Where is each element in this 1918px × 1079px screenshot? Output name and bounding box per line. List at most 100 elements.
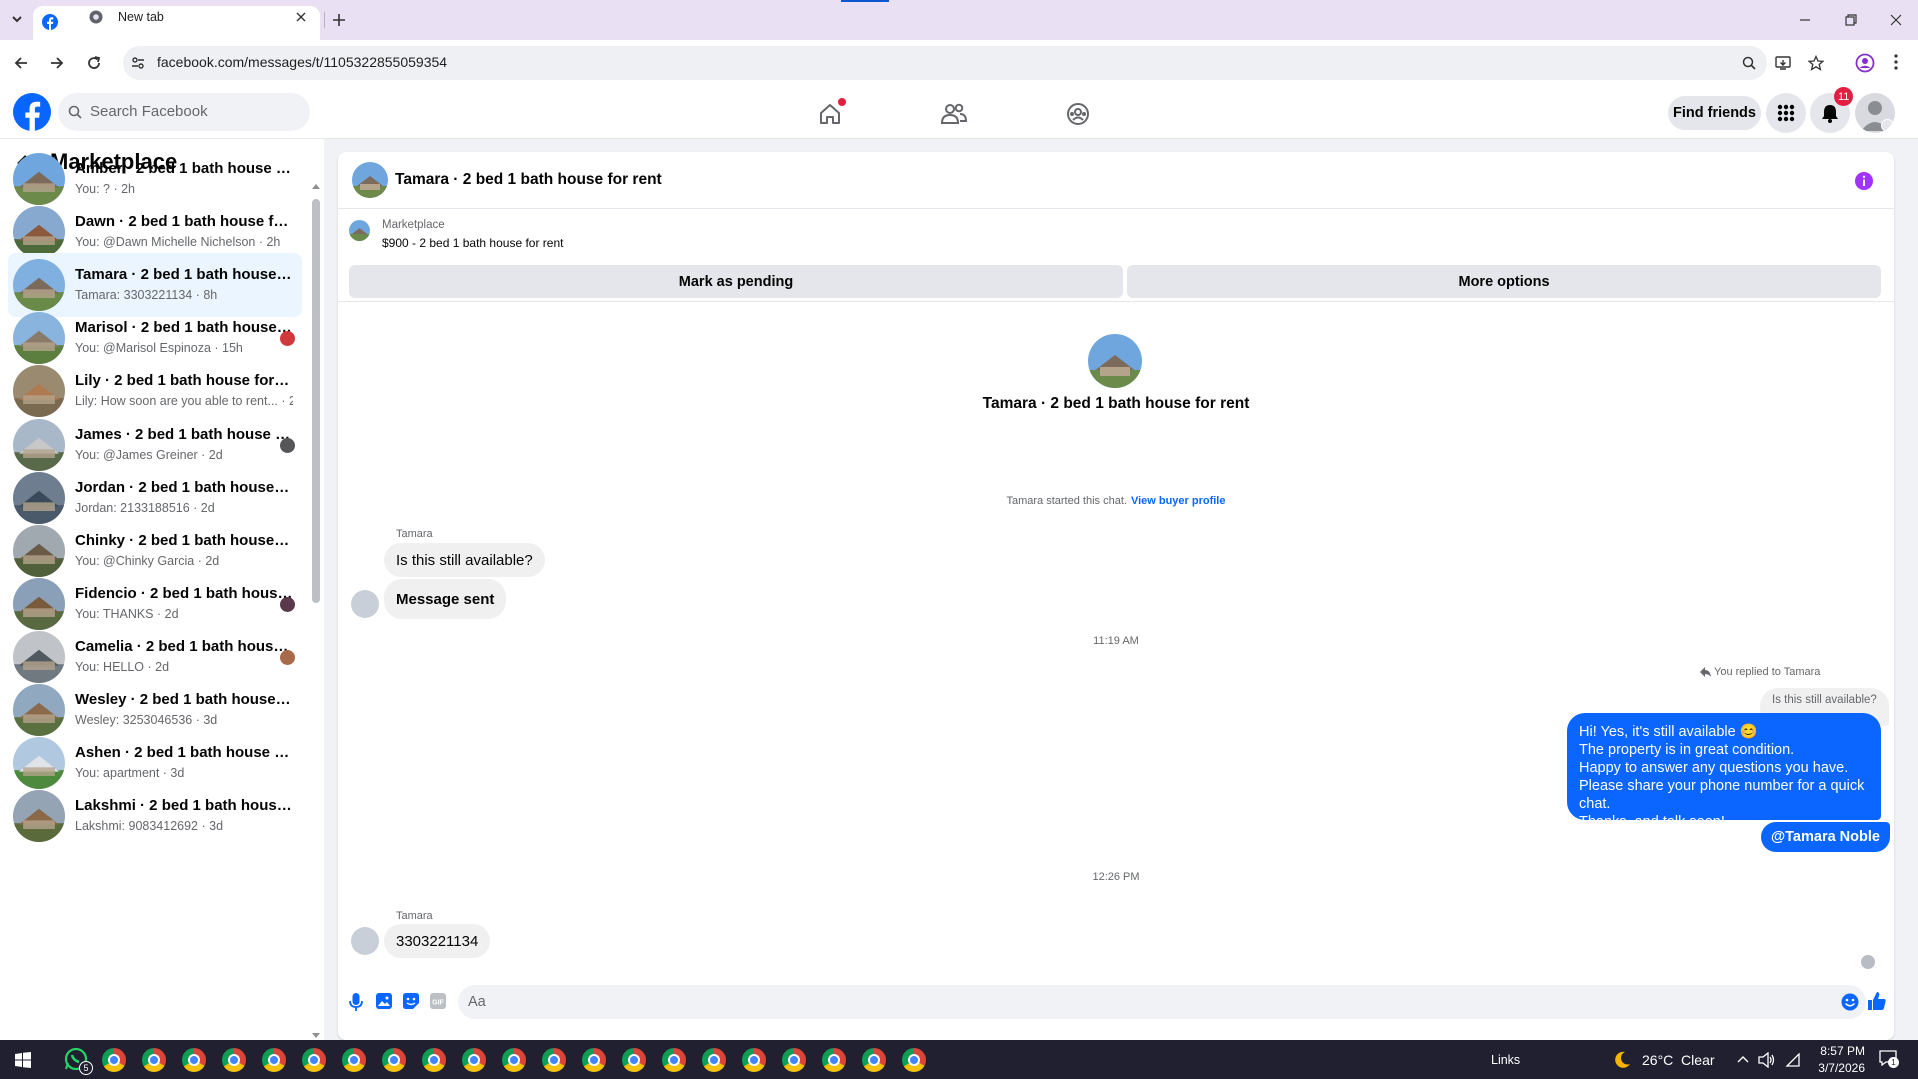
notification-center[interactable]: 1: [1879, 1050, 1901, 1070]
chrome-center-icon: [668, 1054, 680, 1066]
back-arrow-icon[interactable]: [13, 55, 29, 71]
scrollbar[interactable]: [312, 183, 320, 1039]
listing-price-title[interactable]: $900 - 2 bed 1 bath house for rent: [382, 236, 563, 250]
reload-icon[interactable]: [86, 55, 102, 71]
chrome-center-icon: [108, 1054, 120, 1066]
conversation-title: Amber · 2 bed 1 bath house for rent: [75, 160, 293, 177]
view-buyer-profile-link[interactable]: View buyer profile: [1131, 495, 1226, 507]
find-friends-button[interactable]: Find friends: [1668, 96, 1761, 130]
search-facebook-field[interactable]: Search Facebook: [58, 93, 310, 131]
nav-friends[interactable]: [934, 94, 974, 132]
weather-text[interactable]: 26°C Clear: [1642, 1052, 1715, 1068]
sender-avatar[interactable]: [351, 590, 379, 618]
participant-mini-avatar: [280, 596, 295, 612]
chrome-taskbar-icon[interactable]: [902, 1048, 926, 1072]
clock-date[interactable]: 3/7/2026: [1813, 1061, 1865, 1075]
restore-icon[interactable]: [1845, 14, 1857, 26]
bookmark-star-icon[interactable]: [1808, 55, 1824, 71]
thumbs-up-icon[interactable]: [1867, 991, 1887, 1011]
profile-icon[interactable]: [1855, 53, 1875, 73]
kebab-menu-icon[interactable]: [1894, 54, 1898, 70]
chrome-taskbar-icon[interactable]: [342, 1048, 366, 1072]
notifications-button[interactable]: 11: [1810, 87, 1854, 133]
chat-header-avatar[interactable]: [352, 162, 388, 198]
chrome-taskbar-icon[interactable]: [822, 1048, 846, 1072]
conversation-snippet: You: apartment · 3d: [75, 766, 185, 781]
conversation-item[interactable]: Lakshmi · 2 bed 1 bath house for rent Lak…: [8, 784, 302, 848]
minimize-icon[interactable]: [1799, 14, 1811, 26]
menu-button[interactable]: [1766, 93, 1806, 133]
facebook-logo-icon[interactable]: [13, 93, 51, 131]
nav-home[interactable]: [810, 94, 850, 132]
scroll-down-icon[interactable]: [312, 1033, 320, 1039]
chrome-taskbar-icon[interactable]: [782, 1048, 806, 1072]
account-avatar[interactable]: [1855, 93, 1895, 133]
chrome-taskbar-icon[interactable]: [702, 1048, 726, 1072]
message-bubble[interactable]: Is this still available?: [384, 543, 545, 577]
chrome-taskbar-icon[interactable]: [422, 1048, 446, 1072]
chrome-taskbar-icon[interactable]: [582, 1048, 606, 1072]
chrome-center-icon: [188, 1054, 200, 1066]
message-bubble[interactable]: Message sent: [384, 579, 507, 619]
outgoing-message-bubble[interactable]: Hi! Yes, it's still available 😊 The prope…: [1567, 713, 1881, 830]
window-close-icon[interactable]: [1890, 14, 1902, 26]
speaker-icon[interactable]: [1758, 1052, 1776, 1068]
loading-indicator: [841, 0, 889, 2]
sender-avatar[interactable]: [351, 927, 379, 955]
links-toolbar[interactable]: Links: [1491, 1053, 1520, 1067]
house-photo-icon: [13, 630, 65, 683]
gif-icon[interactable]: GIF: [429, 992, 447, 1010]
chrome-taskbar-icon[interactable]: [382, 1048, 406, 1072]
tab-new-tab[interactable]: New tab: [89, 6, 314, 36]
wifi-icon[interactable]: [1785, 1053, 1801, 1067]
forward-arrow-icon[interactable]: [49, 55, 65, 71]
weather-moon-icon[interactable]: [1612, 1050, 1632, 1070]
chrome-taskbar-icon[interactable]: [182, 1048, 206, 1072]
chrome-taskbar-icon[interactable]: [262, 1048, 286, 1072]
photo-icon[interactable]: [375, 992, 393, 1010]
new-tab-plus-icon[interactable]: [332, 13, 346, 27]
windows-start-icon[interactable]: [15, 1052, 31, 1068]
zoom-icon[interactable]: [1742, 56, 1756, 70]
scrollbar-thumb[interactable]: [312, 199, 320, 603]
emoji-icon[interactable]: [1841, 993, 1859, 1011]
nav-groups[interactable]: [1058, 94, 1098, 132]
chrome-taskbar-icon[interactable]: [502, 1048, 526, 1072]
chrome-taskbar-icon[interactable]: [662, 1048, 686, 1072]
listing-thumbnail[interactable]: [349, 220, 370, 241]
chrome-taskbar-icon[interactable]: [614, 1040, 654, 1079]
message-bubble[interactable]: 3303221134: [384, 924, 491, 958]
chrome-taskbar-icon[interactable]: [862, 1048, 886, 1072]
chat-title[interactable]: Tamara · 2 bed 1 bath house for rent: [395, 171, 662, 189]
chevron-up-icon[interactable]: [1737, 1055, 1749, 1063]
mention-bubble[interactable]: @Tamara Noble: [1761, 822, 1890, 852]
chrome-taskbar-icon[interactable]: [742, 1048, 766, 1072]
message-input[interactable]: Aa: [458, 985, 1866, 1019]
chrome-taskbar-icon[interactable]: [142, 1048, 166, 1072]
chrome-taskbar-icon[interactable]: [542, 1048, 566, 1072]
chrome-center-icon: [868, 1054, 880, 1066]
intro-avatar[interactable]: [1088, 334, 1142, 388]
chrome-taskbar-icon[interactable]: [462, 1048, 486, 1072]
scroll-up-icon[interactable]: [312, 183, 320, 189]
svg-text:GIF: GIF: [432, 1000, 444, 1007]
whatsapp-taskbar-icon[interactable]: 5: [64, 1047, 93, 1075]
close-icon[interactable]: [296, 12, 306, 22]
microphone-icon[interactable]: [349, 992, 363, 1012]
more-options-button[interactable]: More options: [1127, 265, 1881, 298]
search-icon: [68, 105, 82, 119]
install-app-icon[interactable]: [1775, 55, 1791, 71]
tab-search-button[interactable]: [6, 8, 28, 30]
chrome-taskbar-icon[interactable]: [102, 1048, 126, 1072]
sticker-icon[interactable]: [402, 992, 420, 1010]
address-bar[interactable]: facebook.com/messages/t/1105322855059354: [123, 46, 1824, 80]
info-icon[interactable]: [1854, 171, 1874, 191]
chrome-taskbar-icon[interactable]: [302, 1048, 326, 1072]
site-info-icon[interactable]: [131, 56, 145, 70]
chrome-taskbar-icon[interactable]: [222, 1048, 246, 1072]
clock-time[interactable]: 8:57 PM: [1813, 1044, 1865, 1058]
conversation-snippet: You: ? · 2h: [75, 182, 136, 196]
chrome-center-icon: [908, 1054, 920, 1066]
home-notification-dot: [838, 98, 846, 106]
mark-pending-button[interactable]: Mark as pending: [349, 265, 1123, 298]
